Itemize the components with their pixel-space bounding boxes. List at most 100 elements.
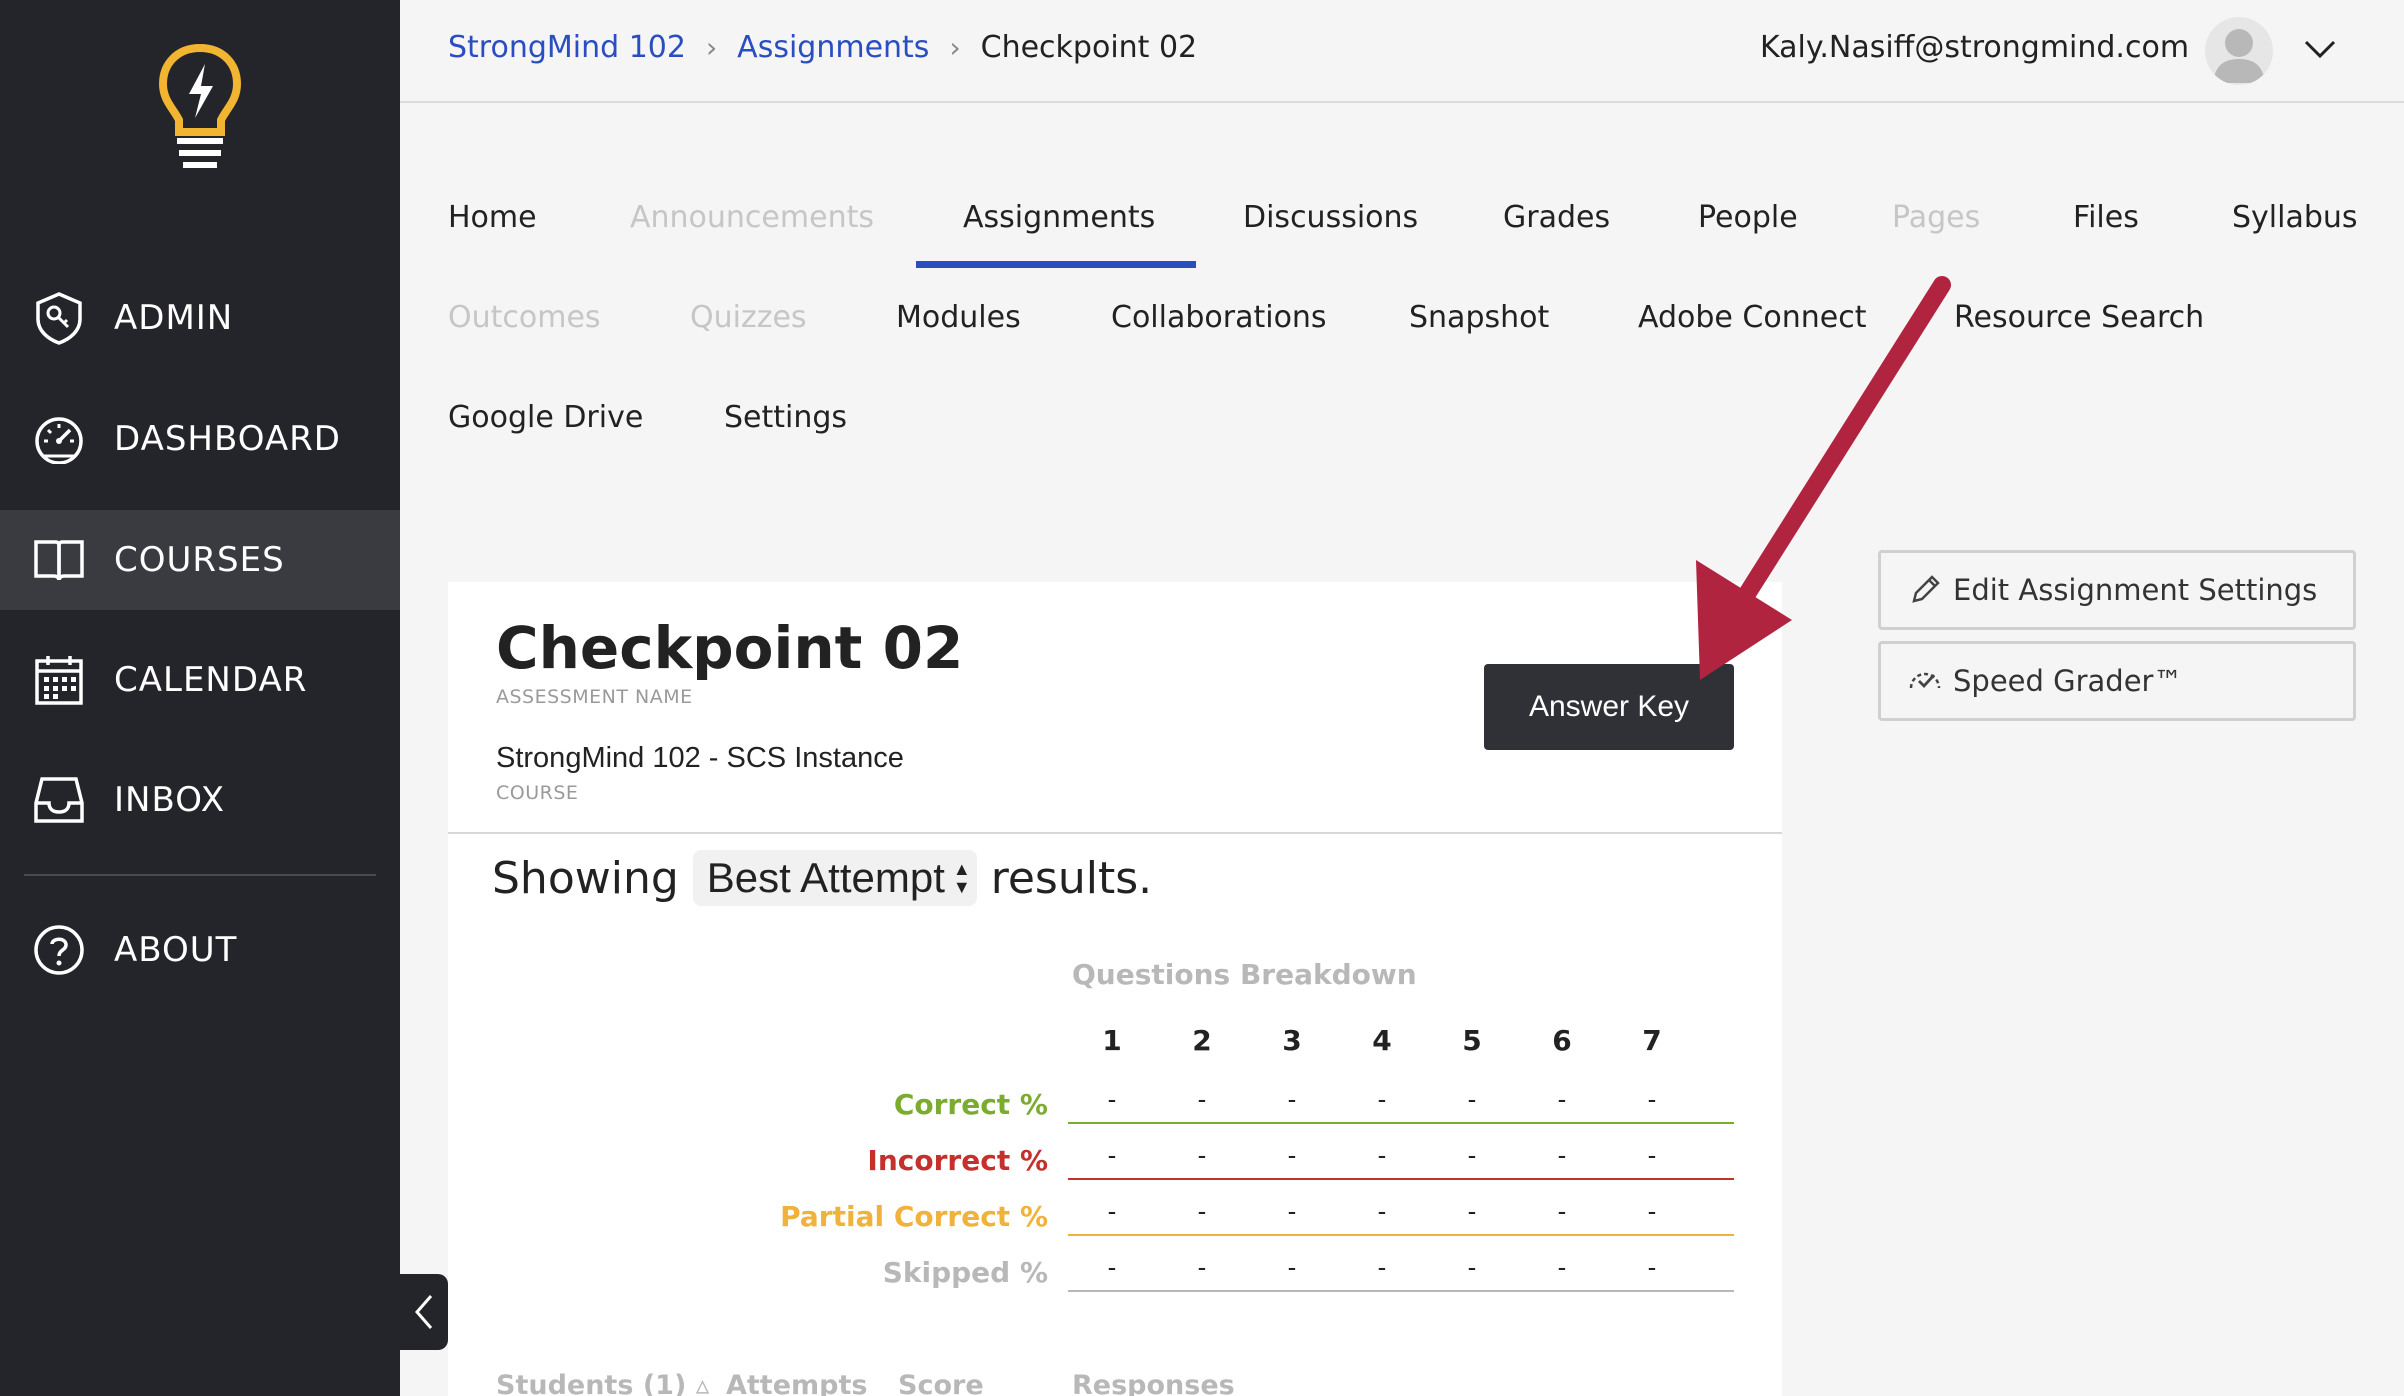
course-nav-people[interactable]: People xyxy=(1698,200,1798,235)
breakdown-cell: - xyxy=(1197,1252,1207,1282)
breakdown-cell: - xyxy=(1287,1252,1297,1282)
collapse-sidebar-button[interactable] xyxy=(400,1274,448,1350)
sidebar-item-label: COURSES xyxy=(114,540,285,580)
user-email: Kaly.Nasiff@strongmind.com xyxy=(1760,30,2190,65)
breakdown-cell: - xyxy=(1377,1140,1387,1170)
avatar[interactable] xyxy=(2205,17,2273,85)
admin-shield-icon xyxy=(32,291,86,345)
breakdown-row-label: Partial Correct % xyxy=(780,1200,1048,1233)
course-nav-discussions[interactable]: Discussions xyxy=(1243,200,1418,235)
course-nav-settings[interactable]: Settings xyxy=(724,400,847,435)
sidebar: ADMIN DASHBOARD COURSES CALENDAR INBOX A… xyxy=(0,0,400,1396)
breakdown-cell: - xyxy=(1287,1084,1297,1114)
question-number: 5 xyxy=(1462,1024,1482,1057)
sidebar-item-about[interactable]: ABOUT xyxy=(0,900,400,1000)
sidebar-divider xyxy=(24,874,376,876)
course-nav-resource-search[interactable]: Resource Search xyxy=(1954,300,2204,335)
showing-prefix: Showing xyxy=(492,852,679,904)
breadcrumb-current: Checkpoint 02 xyxy=(980,30,1198,65)
breakdown-cell: - xyxy=(1647,1196,1657,1226)
edit-assignment-settings-button[interactable]: Edit Assignment Settings xyxy=(1878,550,2356,630)
results-filter: Showing Best Attempt ▲ ▼ results. xyxy=(492,850,1152,906)
breakdown-cell: - xyxy=(1107,1084,1117,1114)
breakdown-cell: - xyxy=(1467,1084,1477,1114)
responses-column-header[interactable]: Responses xyxy=(1072,1370,1235,1396)
speed-grader-icon xyxy=(1907,663,1943,699)
inbox-icon xyxy=(32,773,86,827)
calendar-icon xyxy=(32,653,86,707)
students-column-header[interactable]: Students (1) ▵ xyxy=(496,1370,709,1396)
sidebar-item-admin[interactable]: ADMIN xyxy=(0,268,400,368)
breadcrumb-course-link[interactable]: StrongMind 102 xyxy=(448,30,686,65)
sidebar-item-label: ABOUT xyxy=(114,930,238,970)
course-nav-announcements[interactable]: Announcements xyxy=(630,200,874,235)
course-nav-files[interactable]: Files xyxy=(2073,200,2139,235)
breakdown-cell: - xyxy=(1107,1140,1117,1170)
attempt-select-value: Best Attempt xyxy=(706,854,945,901)
breakdown-cell: - xyxy=(1647,1140,1657,1170)
course-nav-quizzes[interactable]: Quizzes xyxy=(690,300,807,335)
breakdown-cell: - xyxy=(1647,1084,1657,1114)
course-nav-grades[interactable]: Grades xyxy=(1503,200,1610,235)
breakdown-row-label: Incorrect % xyxy=(867,1144,1048,1177)
course-caption: COURSE xyxy=(496,782,579,804)
course-nav-syllabus[interactable]: Syllabus xyxy=(2232,200,2358,235)
breadcrumb-assignments-link[interactable]: Assignments xyxy=(737,30,929,65)
course-nav-home[interactable]: Home xyxy=(448,200,537,235)
breakdown-cell: - xyxy=(1467,1196,1477,1226)
sidebar-item-label: ADMIN xyxy=(114,298,234,338)
breakdown-cell: - xyxy=(1287,1196,1297,1226)
breakdown-cell: - xyxy=(1107,1196,1117,1226)
course-nav-assignments[interactable]: Assignments xyxy=(963,200,1155,235)
sidebar-item-inbox[interactable]: INBOX xyxy=(0,750,400,850)
course-nav-modules[interactable]: Modules xyxy=(896,300,1021,335)
sidebar-item-dashboard[interactable]: DASHBOARD xyxy=(0,389,400,489)
assignment-title: Checkpoint 02 xyxy=(496,614,964,682)
breakdown-row-line xyxy=(1068,1178,1734,1180)
breakdown-row-line xyxy=(1068,1122,1734,1124)
speedometer-icon xyxy=(32,412,86,466)
breakdown-cell: - xyxy=(1557,1196,1567,1226)
question-number: 1 xyxy=(1102,1024,1122,1057)
breadcrumb: StrongMind 102 › Assignments › Checkpoin… xyxy=(448,30,1197,65)
breakdown-cell: - xyxy=(1557,1084,1567,1114)
course-nav-adobe-connect[interactable]: Adobe Connect xyxy=(1638,300,1866,335)
breakdown-row-line xyxy=(1068,1234,1734,1236)
attempts-column-header[interactable]: Attempts xyxy=(726,1370,867,1396)
pencil-icon xyxy=(1907,572,1943,608)
sidebar-item-calendar[interactable]: CALENDAR xyxy=(0,630,400,730)
score-column-header[interactable]: Score xyxy=(898,1370,984,1396)
breakdown-row-label: Correct % xyxy=(893,1088,1048,1121)
speed-grader-button[interactable]: Speed Grader™ xyxy=(1878,641,2356,721)
breakdown-cell: - xyxy=(1197,1196,1207,1226)
breakdown-cell: - xyxy=(1107,1252,1117,1282)
breakdown-cell: - xyxy=(1377,1084,1387,1114)
course-nav-pages[interactable]: Pages xyxy=(1892,200,1980,235)
help-circle-icon xyxy=(32,923,86,977)
answer-key-button[interactable]: Answer Key xyxy=(1484,664,1734,750)
assessment-name-caption: ASSESSMENT NAME xyxy=(496,686,693,708)
breakdown-cell: - xyxy=(1377,1252,1387,1282)
students-header-label: Students (1) xyxy=(496,1370,687,1396)
sidebar-item-label: CALENDAR xyxy=(114,660,308,700)
attempt-select[interactable]: Best Attempt ▲ ▼ xyxy=(692,850,977,906)
question-number: 6 xyxy=(1552,1024,1572,1057)
breakdown-row-label: Skipped % xyxy=(882,1256,1048,1289)
chevron-down-icon[interactable] xyxy=(2300,30,2340,70)
course-nav-google-drive[interactable]: Google Drive xyxy=(448,400,643,435)
course-nav-snapshot[interactable]: Snapshot xyxy=(1409,300,1549,335)
breakdown-row-line xyxy=(1068,1290,1734,1292)
course-nav-collaborations[interactable]: Collaborations xyxy=(1111,300,1327,335)
breakdown-cell: - xyxy=(1647,1252,1657,1282)
question-number: 7 xyxy=(1642,1024,1662,1057)
breakdown-cell: - xyxy=(1467,1140,1477,1170)
course-nav-outcomes[interactable]: Outcomes xyxy=(448,300,601,335)
sidebar-item-label: DASHBOARD xyxy=(114,419,341,459)
breakdown-cell: - xyxy=(1557,1140,1567,1170)
sidebar-item-courses[interactable]: COURSES xyxy=(0,510,400,610)
chevron-left-icon xyxy=(415,1295,433,1329)
select-arrows-icon: ▲ ▼ xyxy=(952,859,971,897)
chevron-right-icon: › xyxy=(949,31,961,64)
speed-grader-label: Speed Grader™ xyxy=(1953,664,2183,698)
breakdown-cell: - xyxy=(1197,1084,1207,1114)
